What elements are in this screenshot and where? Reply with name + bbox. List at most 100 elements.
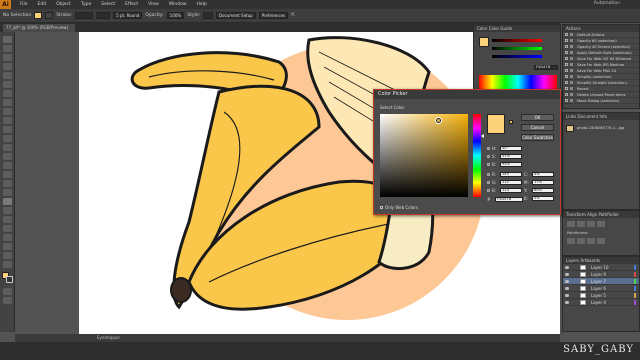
pencil-tool-icon[interactable] [3, 108, 12, 115]
shape-builder-tool-icon[interactable] [3, 162, 12, 169]
layer-row[interactable]: Layer 6 [563, 285, 639, 292]
variable-width-dropdown[interactable] [96, 12, 111, 19]
cancel-button[interactable]: Cancel [521, 124, 554, 131]
dialog-toggle[interactable] [570, 57, 573, 60]
rotate-tool-icon[interactable] [3, 126, 12, 133]
toggle-checkbox[interactable] [565, 63, 568, 66]
artboard-tool-icon[interactable] [3, 234, 12, 241]
layers-panel-tab[interactable]: Layers Artboards [563, 257, 639, 264]
menu-effect[interactable]: Effect [121, 2, 142, 7]
toggle-checkbox[interactable] [565, 69, 568, 72]
toggle-checkbox[interactable] [565, 51, 568, 54]
actions-panel-tab[interactable]: Actions [563, 25, 639, 32]
workspace-switcher[interactable]: Automation [594, 1, 620, 6]
magenta-input[interactable]: 17% [532, 179, 554, 185]
dialog-toggle[interactable] [570, 87, 573, 90]
stroke-color-icon[interactable] [6, 276, 13, 283]
layer-row[interactable]: Layer 5 [563, 292, 639, 299]
magic-wand-tool-icon[interactable] [3, 54, 12, 61]
menu-type[interactable]: Type [77, 2, 95, 7]
hex-input[interactable]: F5D47B [495, 196, 523, 202]
dialog-toggle[interactable] [570, 51, 573, 54]
color-hex-field[interactable]: F5D47B [534, 65, 558, 70]
blue-input[interactable]: 123 [500, 187, 522, 193]
layer-row[interactable]: Layer 9 [563, 271, 639, 278]
blue-radio[interactable] [487, 188, 490, 192]
saturation-input[interactable]: 51% [500, 153, 522, 159]
yellow-input[interactable]: 60% [532, 187, 554, 193]
toggle-checkbox[interactable] [565, 75, 568, 78]
hue-slider[interactable] [473, 114, 481, 197]
only-web-colors-checkbox[interactable] [380, 205, 383, 209]
document-setup-button[interactable]: Document Setup [216, 12, 256, 19]
type-tool-icon[interactable] [3, 72, 12, 79]
trim-icon[interactable] [577, 238, 585, 244]
preferences-button[interactable]: Preferences [258, 12, 289, 19]
direct-selection-tool-icon[interactable] [3, 45, 12, 52]
color-panel-tab[interactable]: Color Color Guide [474, 25, 560, 32]
symbol-sprayer-tool-icon[interactable] [3, 216, 12, 223]
toggle-checkbox[interactable] [565, 39, 568, 42]
layer-row[interactable]: Layer 10 [563, 264, 639, 271]
color-field-marker[interactable] [436, 118, 441, 123]
exclude-icon[interactable] [597, 221, 605, 227]
black-input[interactable]: 0% [532, 195, 554, 201]
color-field[interactable] [380, 114, 468, 197]
red-radio[interactable] [487, 172, 490, 176]
crop-icon[interactable] [597, 238, 605, 244]
out-of-gamut-icon[interactable] [509, 120, 513, 124]
green-input[interactable]: 212 [500, 179, 522, 185]
green-radio[interactable] [487, 180, 490, 184]
menu-window[interactable]: Window [165, 2, 191, 7]
color-swatches-button[interactable]: Color Swatches [521, 134, 554, 141]
dialog-toggle[interactable] [570, 69, 573, 72]
pen-tool-icon[interactable] [3, 63, 12, 70]
menu-select[interactable]: Select [97, 2, 119, 7]
red-slider[interactable] [492, 39, 542, 42]
dialog-toggle[interactable] [570, 63, 573, 66]
dialog-toggle[interactable] [570, 33, 573, 36]
width-tool-icon[interactable] [3, 144, 12, 151]
free-transform-tool-icon[interactable] [3, 153, 12, 160]
toggle-checkbox[interactable] [565, 57, 568, 60]
eye-icon[interactable] [565, 301, 569, 304]
brush-dropdown[interactable]: 5 pt. Round [113, 12, 143, 19]
opacity-field[interactable]: 100% [166, 12, 185, 19]
dialog-toggle[interactable] [570, 99, 573, 102]
intersect-icon[interactable] [587, 221, 595, 227]
menu-view[interactable]: View [144, 2, 163, 7]
dialog-toggle[interactable] [570, 93, 573, 96]
document-tab[interactable]: 77_alt* @ 100% (RGB/Preview) [3, 24, 75, 32]
menu-object[interactable]: Object [52, 2, 75, 7]
dialog-toggle[interactable] [570, 45, 573, 48]
red-input[interactable]: 245 [500, 171, 522, 177]
selection-tool-icon[interactable] [3, 36, 12, 43]
toggle-checkbox[interactable] [565, 33, 568, 36]
green-slider[interactable] [492, 47, 542, 50]
action-item[interactable]: Move Dialog (selection) [563, 98, 639, 104]
perspective-grid-tool-icon[interactable] [3, 171, 12, 178]
toggle-checkbox[interactable] [565, 81, 568, 84]
drawing-modes-icon[interactable] [3, 288, 12, 295]
divide-icon[interactable] [567, 238, 575, 244]
brightness-radio[interactable] [487, 162, 490, 166]
column-graph-tool-icon[interactable] [3, 225, 12, 232]
dialog-toggle[interactable] [570, 81, 573, 84]
fill-swatch[interactable] [34, 12, 43, 19]
gradient-tool-icon[interactable] [3, 189, 12, 196]
eye-icon[interactable] [565, 294, 569, 297]
hue-radio[interactable] [487, 146, 490, 150]
pathfinder-panel-tab[interactable]: Transform Align Pathfinder [563, 211, 639, 218]
eraser-tool-icon[interactable] [3, 117, 12, 124]
toggle-checkbox[interactable] [565, 99, 568, 102]
dialog-toggle[interactable] [570, 39, 573, 42]
eye-icon[interactable] [565, 287, 569, 290]
saturation-radio[interactable] [487, 154, 490, 158]
slice-tool-icon[interactable] [3, 243, 12, 250]
hue-slider-arrow-icon[interactable] [481, 134, 484, 138]
eyedropper-tool-icon[interactable] [3, 198, 12, 205]
line-tool-icon[interactable] [3, 81, 12, 88]
links-panel-tab[interactable]: Links Document Info [563, 113, 639, 120]
menu-edit[interactable]: Edit [34, 2, 51, 7]
merge-icon[interactable] [587, 238, 595, 244]
